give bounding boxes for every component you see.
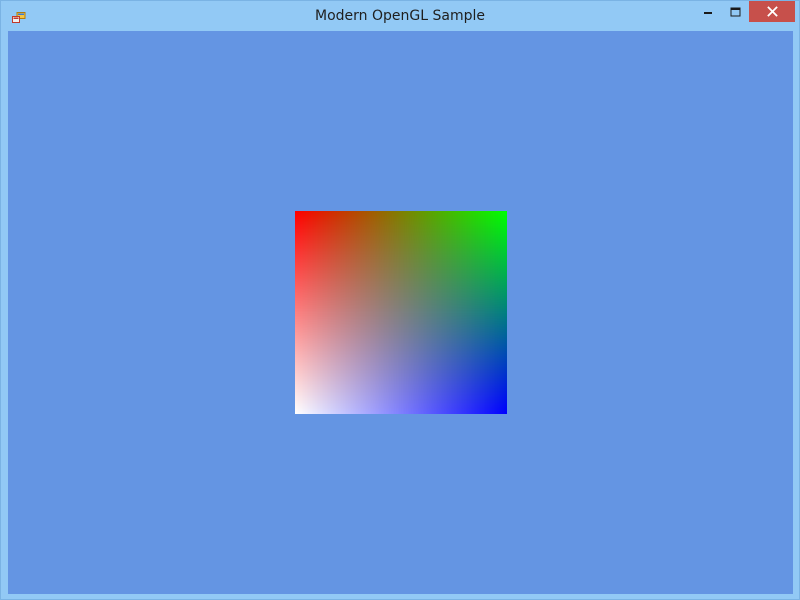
title-bar[interactable]: Modern OpenGL Sample — [1, 1, 799, 31]
maximize-button[interactable] — [722, 1, 749, 22]
close-icon — [766, 2, 778, 21]
opengl-viewport[interactable] — [8, 31, 793, 594]
minimize-icon — [703, 2, 713, 21]
close-button[interactable] — [749, 1, 795, 22]
app-icon[interactable] — [12, 9, 26, 23]
window-title: Modern OpenGL Sample — [315, 8, 485, 24]
gradient-quad — [295, 211, 507, 414]
application-window: Modern OpenGL Sample — [0, 0, 800, 600]
maximize-icon — [730, 2, 741, 21]
minimize-button[interactable] — [695, 1, 721, 22]
